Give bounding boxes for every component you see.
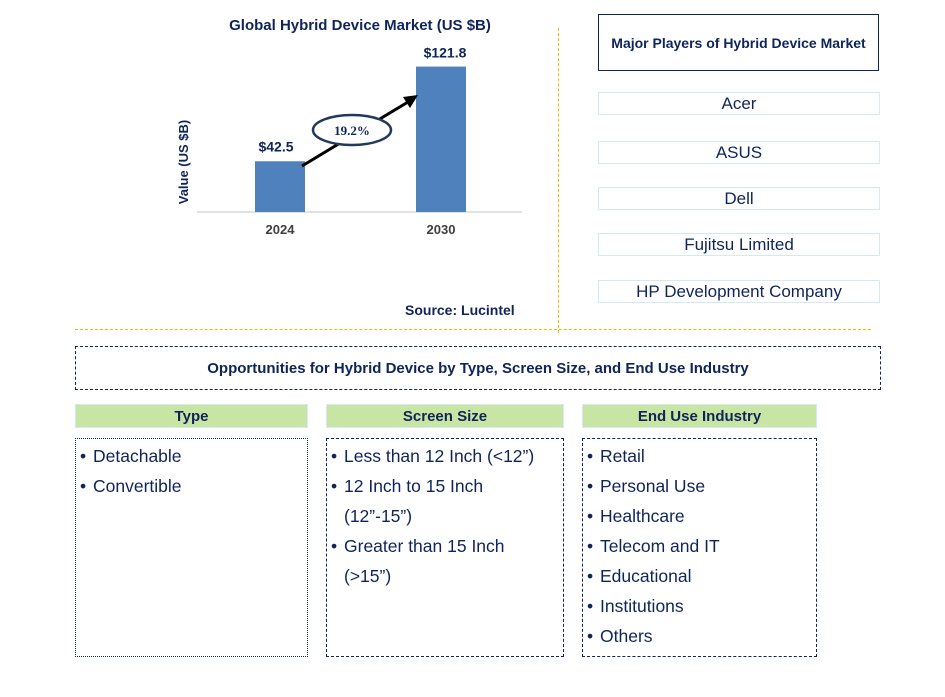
category-item-label: Detachable — [93, 446, 182, 466]
category-box-screen-size: • Less than 12 Inch (<12”) • 12 Inch to 15 … — [326, 438, 564, 657]
bullet-icon: • — [331, 536, 338, 556]
category-item-label: Healthcare — [600, 506, 685, 526]
player-item: Dell — [598, 187, 880, 210]
category-item-label: Greater than 15 Inch — [344, 536, 505, 556]
category-item-label: 12 Inch to 15 Inch — [344, 476, 484, 496]
bullet-icon: • — [587, 566, 594, 586]
player-item: HP Development Company — [598, 280, 880, 303]
category-item-label: Educational — [600, 566, 692, 586]
category-item: • Convertible — [80, 471, 307, 501]
y-axis-label: Value (US $B) — [176, 120, 191, 205]
players-title: Major Players of Hybrid Device Market — [598, 14, 879, 71]
category-header-type: Type — [75, 404, 308, 428]
category-item-label: Convertible — [93, 476, 182, 496]
category-item-label: Personal Use — [600, 476, 706, 496]
category-item: • Retail — [587, 441, 816, 471]
player-item: Fujitsu Limited — [598, 233, 880, 256]
category-header-end-use: End Use Industry — [582, 404, 817, 428]
category-item: • Personal Use — [587, 471, 816, 501]
category-item: • Healthcare — [587, 501, 816, 531]
chart-title: Global Hybrid Device Market (US $B) — [229, 17, 491, 34]
player-item: ASUS — [598, 141, 880, 164]
x-tick-label: 2024 — [266, 222, 296, 237]
category-item: • Others — [587, 621, 816, 651]
category-item: • Less than 12 Inch (<12”) — [331, 441, 563, 471]
category-box-end-use: • Retail • Personal Use • Healthcare • Telecom … — [582, 438, 817, 657]
data-label: $42.5 — [258, 138, 293, 154]
category-box-type: • Detachable • Convertible — [75, 438, 308, 657]
bar-2030 — [416, 66, 466, 212]
category-item-label: Institutions — [600, 596, 684, 616]
source-note: Source: Lucintel — [405, 302, 515, 318]
bullet-icon: • — [587, 536, 594, 556]
category-item: • Educational — [587, 561, 816, 591]
bullet-icon: • — [587, 626, 594, 646]
cagr-arrowhead — [403, 95, 418, 108]
bullet-icon: • — [587, 446, 594, 466]
cagr-label: 19.2% — [334, 123, 370, 138]
category-item: • Greater than 15 Inch — [331, 531, 563, 561]
bar-2024 — [255, 161, 305, 212]
category-item: (12”-15”) — [331, 501, 563, 531]
category-item: • Telecom and IT — [587, 531, 816, 561]
bullet-icon: • — [331, 476, 338, 496]
category-item: (>15”) — [331, 561, 563, 591]
x-tick-label: 2030 — [427, 222, 456, 237]
bar-chart: Value (US $B) $42.5 2024 $121.8 2030 19.2% — [176, 45, 522, 237]
bullet-icon: • — [587, 506, 594, 526]
opportunities-title: Opportunities for Hybrid Device by Type,… — [75, 346, 881, 390]
horizontal-divider — [75, 329, 871, 330]
category-item-label: (>15”) — [344, 566, 392, 586]
category-item-label: Retail — [600, 446, 645, 466]
category-item-label: Others — [600, 626, 653, 646]
category-item: • 12 Inch to 15 Inch — [331, 471, 563, 501]
category-header-screen-size: Screen Size — [326, 404, 564, 428]
bullet-icon: • — [80, 446, 87, 466]
data-label: $121.8 — [424, 45, 467, 61]
category-item: • Institutions — [587, 591, 816, 621]
category-item-label: Telecom and IT — [600, 536, 720, 556]
player-item: Acer — [598, 92, 880, 115]
category-item: • Detachable — [80, 441, 307, 471]
bullet-icon: • — [587, 476, 594, 496]
bullet-icon: • — [331, 446, 338, 466]
bullet-icon: • — [80, 476, 87, 496]
vertical-divider — [558, 28, 559, 333]
category-item-label: (12”-15”) — [344, 506, 413, 526]
category-item-label: Less than 12 Inch (<12”) — [344, 446, 535, 466]
bullet-icon: • — [587, 596, 594, 616]
